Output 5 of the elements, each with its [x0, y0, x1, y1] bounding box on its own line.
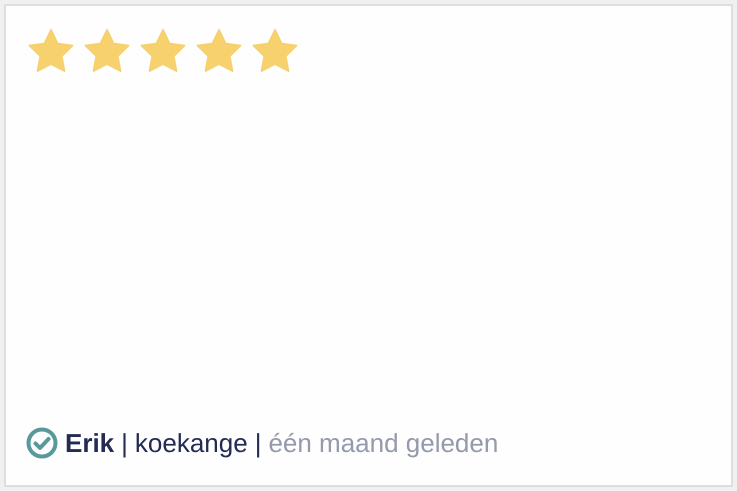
- review-time: één maand geleden: [268, 430, 498, 456]
- separator: |: [121, 430, 128, 456]
- separator: |: [254, 430, 262, 456]
- author-location: koekange: [134, 430, 248, 456]
- author-name: Erik: [65, 430, 114, 456]
